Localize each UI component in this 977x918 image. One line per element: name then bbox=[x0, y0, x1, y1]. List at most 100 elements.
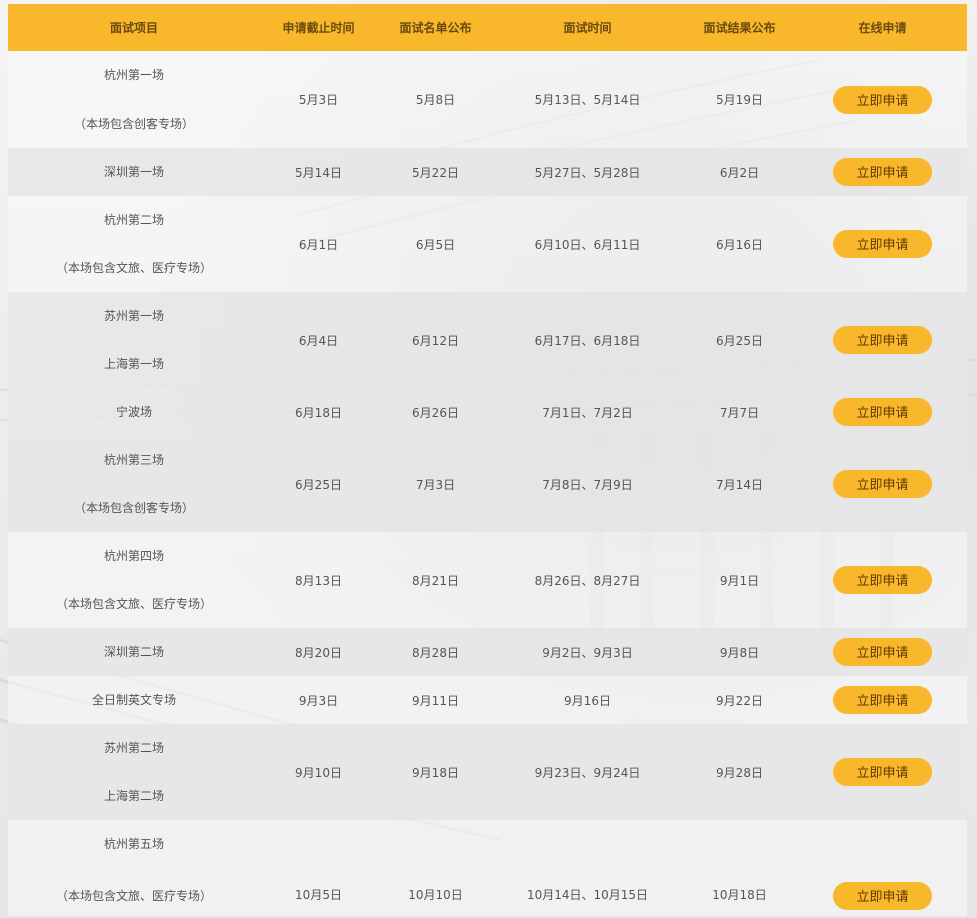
header-interview-time: 面试时间 bbox=[563, 21, 612, 35]
list-publish-cell: 6月5日 bbox=[415, 237, 456, 252]
apply-cell: 立即申请 bbox=[798, 85, 967, 114]
project-cell: 苏州第一场上海第一场 bbox=[8, 292, 260, 388]
result-publish-cell: 9月22日 bbox=[716, 693, 763, 708]
apply-cell: 立即申请 bbox=[798, 398, 967, 426]
apply-cell: 立即申请 bbox=[798, 566, 967, 594]
project-name-line: （本场包含创客专场） bbox=[73, 117, 194, 131]
table-body: 杭州第一场 （本场包含创客专场） 5月3日 5月8日 5月13日、5月14日 5月19日立… bbox=[8, 51, 967, 916]
header-project: 面试项目 bbox=[109, 21, 158, 35]
table-row: 苏州第二场 上海第二场 9月10日 9月18日 9月23日、9月24日 9月28日 立即申请 bbox=[8, 724, 967, 820]
interview-time-cell: 8月26日、8月27日 bbox=[534, 573, 641, 588]
interview-time-cell: 5月27日、5月28日 bbox=[534, 165, 641, 180]
project-cell: 宁波场 bbox=[8, 405, 260, 419]
project-cell: 杭州第三场 （本场包含创客专场） bbox=[8, 436, 260, 532]
project-name-line: 上海第一场 bbox=[103, 357, 164, 371]
apply-now-button[interactable]: 立即申请 bbox=[833, 158, 932, 186]
project-name-line: 全日制英文专场 bbox=[91, 693, 176, 707]
project-name-line: 杭州第一场 bbox=[103, 68, 164, 82]
apply-now-button[interactable]: 立即申请 bbox=[833, 758, 932, 786]
interview-time-cell: 7月1日、7月2日 bbox=[542, 405, 633, 420]
deadline-cell: 6月1日 bbox=[298, 237, 339, 252]
project-cell: 杭州第四场 （本场包含文旅、医疗专场） bbox=[8, 532, 260, 628]
table-row: 杭州第三场 （本场包含创客专场） 6月25日 7月3日 7月8日、7月9日 7月14日 立即… bbox=[8, 436, 967, 532]
project-name-line: 深圳第一场 bbox=[103, 165, 164, 179]
deadline-cell: 10月5日 bbox=[295, 888, 342, 902]
project-cell: 苏州第二场上海第二场 bbox=[8, 724, 260, 820]
project-name-line: 深圳第二场 bbox=[103, 645, 164, 659]
project-cell: 杭州第五场 （本场包含文旅、医疗专场） bbox=[8, 820, 260, 916]
table-row: 宁波场 6月18日 6月26日 7月1日、7月2日 7月7日 立即申请 bbox=[8, 388, 967, 436]
apply-now-button[interactable]: 立即申请 bbox=[833, 85, 932, 114]
project-name-line: （本场包含文旅、医疗专场） bbox=[55, 597, 212, 611]
list-publish-cell: 8月21日 bbox=[412, 573, 459, 588]
project-name-line: 杭州第三场 bbox=[103, 453, 164, 467]
project-name-line: 上海第二场 bbox=[103, 789, 164, 803]
deadline-cell: 6月18日 bbox=[295, 405, 342, 420]
list-publish-cell: 6月12日 bbox=[412, 333, 459, 348]
apply-cell: 立即申请 bbox=[798, 326, 967, 354]
list-publish-cell: 5月22日 bbox=[412, 165, 459, 180]
list-publish-cell: 8月28日 bbox=[412, 645, 459, 660]
list-publish-cell: 9月11日 bbox=[412, 693, 459, 708]
deadline-cell: 5月14日 bbox=[295, 165, 342, 180]
result-publish-cell: 9月1日 bbox=[719, 573, 760, 588]
apply-now-button[interactable]: 立即申请 bbox=[833, 686, 932, 714]
result-publish-cell: 7月7日 bbox=[719, 405, 760, 420]
header-apply: 在线申请 bbox=[858, 21, 907, 35]
list-publish-cell: 5月8日 bbox=[415, 93, 456, 107]
project-name-line: 杭州第五场 bbox=[103, 837, 164, 851]
interview-time-cell: 9月23日、9月24日 bbox=[534, 765, 641, 780]
project-name-line: （本场包含文旅、医疗专场） bbox=[55, 889, 212, 903]
result-publish-cell: 9月28日 bbox=[716, 765, 763, 780]
table-header: 面试项目 申请截止时间 面试名单公布 面试时间 面试结果公布 在线申请 bbox=[8, 4, 967, 51]
apply-cell: 立即申请 bbox=[798, 230, 967, 258]
apply-now-button[interactable]: 立即申请 bbox=[833, 882, 932, 910]
project-cell: 深圳第二场 bbox=[8, 645, 260, 659]
interview-time-cell: 9月2日、9月3日 bbox=[542, 645, 633, 660]
list-publish-cell: 6月26日 bbox=[412, 405, 459, 420]
result-publish-cell: 6月2日 bbox=[719, 165, 760, 180]
deadline-cell: 5月3日 bbox=[298, 93, 339, 107]
deadline-cell: 9月3日 bbox=[298, 693, 339, 708]
project-name-line: （本场包含文旅、医疗专场） bbox=[55, 261, 212, 275]
project-name-line: （本场包含创客专场） bbox=[73, 501, 194, 515]
apply-now-button[interactable]: 立即申请 bbox=[833, 566, 932, 594]
project-name-line: 宁波场 bbox=[115, 405, 152, 419]
result-publish-cell: 6月25日 bbox=[716, 333, 763, 348]
list-publish-cell: 7月3日 bbox=[415, 477, 456, 492]
apply-now-button[interactable]: 立即申请 bbox=[833, 398, 932, 426]
apply-now-button[interactable]: 立即申请 bbox=[833, 230, 932, 258]
interview-time-cell: 6月17日、6月18日 bbox=[534, 333, 641, 348]
interview-time-cell: 9月16日 bbox=[564, 693, 611, 708]
apply-now-button[interactable]: 立即申请 bbox=[833, 470, 932, 498]
result-publish-cell: 7月14日 bbox=[716, 477, 763, 492]
table-row: 杭州第五场 （本场包含文旅、医疗专场） 10月5日 10月10日 10月14日、10月1… bbox=[8, 820, 967, 916]
interview-time-cell: 10月14日、10月15日 bbox=[526, 888, 649, 902]
table-row: 全日制英文专场 9月3日 9月11日 9月16日 9月22日 立即申请 bbox=[8, 676, 967, 724]
table-row: 杭州第一场 （本场包含创客专场） 5月3日 5月8日 5月13日、5月14日 5月19日 立… bbox=[8, 51, 967, 148]
project-name-line: 苏州第二场 bbox=[103, 741, 164, 755]
apply-now-button[interactable]: 立即申请 bbox=[833, 638, 932, 666]
result-publish-cell: 10月18日 bbox=[712, 888, 767, 902]
header-result-publish: 面试结果公布 bbox=[703, 21, 776, 35]
project-cell: 杭州第一场 （本场包含创客专场） bbox=[8, 51, 260, 148]
deadline-cell: 9月10日 bbox=[295, 765, 342, 780]
interview-time-cell: 6月10日、6月11日 bbox=[534, 237, 641, 252]
table-row: 杭州第四场 （本场包含文旅、医疗专场） 8月13日 8月21日 8月26日、8月27日 9… bbox=[8, 532, 967, 628]
deadline-cell: 6月4日 bbox=[298, 333, 339, 348]
result-publish-cell: 6月16日 bbox=[716, 237, 763, 252]
schedule-table: 面试项目 申请截止时间 面试名单公布 面试时间 面试结果公布 在线申请 杭州第一… bbox=[8, 4, 967, 916]
project-name-line: 苏州第一场 bbox=[103, 309, 164, 323]
project-cell: 深圳第一场 bbox=[8, 165, 260, 179]
deadline-cell: 8月20日 bbox=[295, 645, 342, 660]
list-publish-cell: 10月10日 bbox=[408, 888, 463, 902]
interview-time-cell: 5月13日、5月14日 bbox=[534, 93, 641, 107]
apply-now-button[interactable]: 立即申请 bbox=[833, 326, 932, 354]
table-row: 深圳第一场 5月14日 5月22日 5月27日、5月28日 6月2日 立即申请 bbox=[8, 148, 967, 196]
project-name-line: 杭州第四场 bbox=[103, 549, 164, 563]
project-name-line: 杭州第二场 bbox=[103, 213, 164, 227]
table-row: 苏州第一场上海第一场 6月4日 6月12日 6月17日、6月18日 6月25日 立即申请 bbox=[8, 292, 967, 388]
header-list-publish: 面试名单公布 bbox=[399, 21, 472, 35]
header-deadline: 申请截止时间 bbox=[282, 21, 355, 35]
interview-time-cell: 7月8日、7月9日 bbox=[542, 477, 633, 492]
